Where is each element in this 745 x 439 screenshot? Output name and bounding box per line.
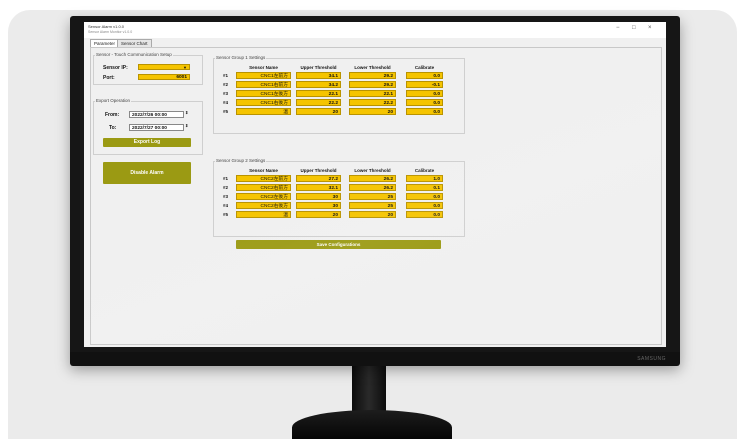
to-date-picker[interactable]: 2022/7/27 00:00 bbox=[129, 124, 184, 131]
to-spinner-icon[interactable]: ⇕ bbox=[185, 123, 188, 128]
sensor-name-field[interactable]: 溫 bbox=[236, 108, 291, 115]
sensor-cal-field[interactable]: 0.0 bbox=[406, 90, 443, 97]
header-upper-threshold: Upper Threshold bbox=[300, 65, 337, 70]
parameter-panel: Sensor - Touch Communication Setup Senso… bbox=[90, 47, 662, 345]
sensor-ip-select[interactable]: ▼ bbox=[138, 64, 190, 70]
sensor-row-label: #4 bbox=[223, 100, 229, 105]
sensor-row-label: #4 bbox=[223, 203, 229, 208]
sensor-upper-field[interactable]: 27.2 bbox=[296, 175, 341, 182]
sensor-cal-field[interactable]: 0.0 bbox=[406, 99, 443, 106]
sensor-row-label: #2 bbox=[223, 185, 229, 190]
sensor-row-label: #3 bbox=[223, 194, 229, 199]
sensor-lower-field[interactable]: 29.2 bbox=[349, 72, 396, 79]
sensor-upper-field[interactable]: 34.2 bbox=[296, 81, 341, 88]
sensor-upper-field[interactable]: 20 bbox=[296, 211, 341, 218]
disable-alarm-button[interactable]: Disable Alarm bbox=[103, 162, 191, 184]
header-upper-threshold: Upper Threshold bbox=[300, 168, 337, 173]
sensor-group1-title: Sensor Group 1 Settings bbox=[215, 55, 267, 60]
maximize-button[interactable]: □ bbox=[632, 25, 636, 31]
sensor-row-label: #5 bbox=[223, 109, 229, 114]
chevron-down-icon: ▼ bbox=[183, 65, 187, 70]
sensor-cal-field[interactable]: 0.0 bbox=[406, 202, 443, 209]
title-bar: Sensor Alarm v1.0.0 Sensor Alarm Monitor… bbox=[84, 22, 666, 38]
from-label: From: bbox=[105, 112, 120, 118]
sensor-upper-field[interactable]: 22.2 bbox=[296, 99, 341, 106]
sensor-lower-field[interactable]: 22.1 bbox=[349, 90, 396, 97]
monitor-stand-neck bbox=[352, 366, 386, 416]
sensor-lower-field[interactable]: 20 bbox=[349, 108, 396, 115]
monitor-brand-logo: SAMSUNG bbox=[637, 356, 666, 362]
sensor-cal-field[interactable]: 0.0 bbox=[406, 72, 443, 79]
to-date-value: 2022/7/27 00:00 bbox=[132, 126, 167, 131]
sensor-upper-field[interactable]: 32.1 bbox=[296, 184, 341, 191]
sensor-lower-field[interactable]: 26.2 bbox=[349, 175, 396, 182]
sensor-name-field[interactable]: CNC2右前方 bbox=[236, 184, 291, 191]
export-group-title: Export Operation bbox=[95, 98, 132, 103]
from-date-picker[interactable]: 2022/7/26 00:00 bbox=[129, 111, 184, 118]
from-date-value: 2022/7/26 00:00 bbox=[132, 113, 167, 118]
sensor-lower-field[interactable]: 29.2 bbox=[349, 81, 396, 88]
window-subtitle: Sensor Alarm Monitor v1.0.0 bbox=[88, 30, 133, 34]
sensor-cal-field[interactable]: 0.1 bbox=[406, 184, 443, 191]
sensor-lower-field[interactable]: 20 bbox=[349, 211, 396, 218]
sensor-name-field[interactable]: CNC1右前方 bbox=[236, 81, 291, 88]
header-calibrate: Calibrate bbox=[414, 65, 435, 70]
sensor-upper-field[interactable]: 22.1 bbox=[296, 90, 341, 97]
sensor-lower-field[interactable]: 25 bbox=[349, 193, 396, 200]
sensor-upper-field[interactable]: 30 bbox=[296, 202, 341, 209]
sensor-lower-field[interactable]: 22.2 bbox=[349, 99, 396, 106]
minimize-button[interactable]: − bbox=[616, 25, 620, 31]
sensor-name-field[interactable]: CNC2左前方 bbox=[236, 175, 291, 182]
header-sensor-name: Sensor Name bbox=[249, 65, 278, 70]
sensor-upper-field[interactable]: 34.1 bbox=[296, 72, 341, 79]
comm-setup-title: Sensor - Touch Communication Setup bbox=[95, 52, 173, 57]
sensor-name-field[interactable]: CNC1左後方 bbox=[236, 90, 291, 97]
port-value: 6001 bbox=[176, 75, 187, 80]
sensor-name-field[interactable]: 溫 bbox=[236, 211, 291, 218]
to-label: To: bbox=[109, 125, 117, 131]
sensor-ip-label: Sensor IP: bbox=[103, 65, 128, 71]
from-spinner-icon[interactable]: ⇕ bbox=[185, 110, 188, 115]
export-log-button[interactable]: Export Log bbox=[103, 138, 191, 147]
sensor-cal-field[interactable]: -0.1 bbox=[406, 81, 443, 88]
sensor-cal-field[interactable]: 1.0 bbox=[406, 175, 443, 182]
app-window: Sensor Alarm v1.0.0 Sensor Alarm Monitor… bbox=[84, 22, 666, 347]
sensor-cal-field[interactable]: 0.0 bbox=[406, 108, 443, 115]
sensor-name-field[interactable]: CNC1右後方 bbox=[236, 99, 291, 106]
sensor-row-label: #3 bbox=[223, 91, 229, 96]
sensor-lower-field[interactable]: 26.2 bbox=[349, 184, 396, 191]
sensor-cal-field[interactable]: 0.0 bbox=[406, 193, 443, 200]
sensor-name-field[interactable]: CNC2右後方 bbox=[236, 202, 291, 209]
header-lower-threshold: Lower Threshold bbox=[354, 168, 391, 173]
close-button[interactable]: × bbox=[648, 25, 652, 31]
sensor-name-field[interactable]: CNC2左後方 bbox=[236, 193, 291, 200]
header-lower-threshold: Lower Threshold bbox=[354, 65, 391, 70]
sensor-upper-field[interactable]: 20 bbox=[296, 108, 341, 115]
monitor-stand-base bbox=[292, 410, 452, 439]
header-sensor-name: Sensor Name bbox=[249, 168, 278, 173]
window-title: Sensor Alarm v1.0.0 bbox=[88, 24, 125, 29]
sensor-row-label: #1 bbox=[223, 176, 229, 181]
sensor-row-label: #2 bbox=[223, 82, 229, 87]
port-input[interactable]: 6001 bbox=[138, 74, 190, 80]
sensor-row-label: #5 bbox=[223, 212, 229, 217]
sensor-cal-field[interactable]: 0.0 bbox=[406, 211, 443, 218]
sensor-lower-field[interactable]: 25 bbox=[349, 202, 396, 209]
save-configurations-button[interactable]: Save Configurations bbox=[236, 240, 441, 249]
header-calibrate: Calibrate bbox=[414, 168, 435, 173]
port-label: Port: bbox=[103, 75, 115, 81]
sensor-name-field[interactable]: CNC1左前方 bbox=[236, 72, 291, 79]
sensor-row-label: #1 bbox=[223, 73, 229, 78]
sensor-group2-title: Sensor Group 2 Settings bbox=[215, 158, 267, 163]
sensor-upper-field[interactable]: 30 bbox=[296, 193, 341, 200]
monitor-chin: SAMSUNG bbox=[70, 352, 680, 366]
